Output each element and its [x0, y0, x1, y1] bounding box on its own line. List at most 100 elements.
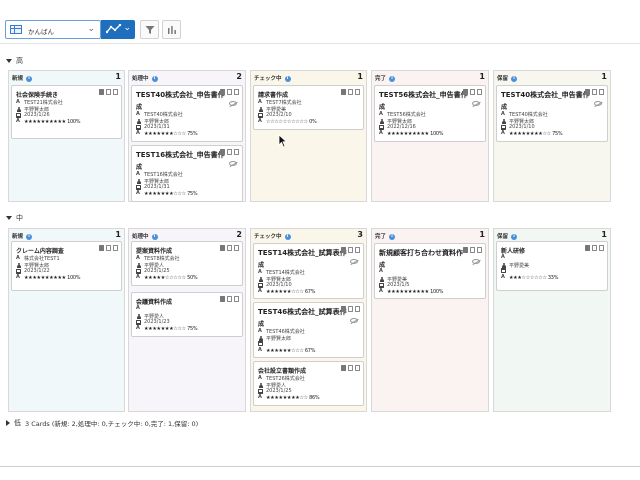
edit-icon[interactable]: [106, 245, 111, 251]
copy-icon[interactable]: [99, 245, 104, 251]
copy-icon[interactable]: [463, 89, 468, 95]
info-icon[interactable]: i: [389, 233, 396, 240]
group-label: 中: [16, 214, 23, 222]
task-card[interactable]: TEST46株式会社_試算表作成 A TEST46株式会社 平野賢太郎 A ★★★★★★☆…: [253, 302, 364, 358]
edit-icon[interactable]: [592, 89, 597, 95]
task-card[interactable]: クレーム内容調査 A 株式会社TEST1 平野賢太郎 2023/1/22 A ★★★★★★★…: [11, 241, 122, 291]
edit-icon[interactable]: [106, 89, 111, 95]
edit-icon[interactable]: [227, 296, 232, 302]
edit-icon[interactable]: [348, 89, 353, 95]
info-icon[interactable]: i: [26, 75, 33, 82]
link-icon[interactable]: [599, 89, 604, 95]
info-icon[interactable]: i: [151, 75, 158, 82]
link-icon[interactable]: [234, 89, 239, 95]
mouse-cursor: [278, 134, 288, 150]
edit-icon[interactable]: [348, 247, 353, 253]
hide-eye-icon[interactable]: [229, 161, 237, 166]
task-card[interactable]: TEST14株式会社_試算表作成 A TEST14株式会社 平野賢太郎 2023/1/1…: [253, 243, 364, 299]
column-count: 1: [601, 230, 607, 239]
chart-settings-button[interactable]: [162, 20, 181, 39]
task-card[interactable]: TEST56株式会社_申告書作成 A TEST56株式会社 平野賢太郎 2022/12/…: [374, 85, 486, 142]
info-icon[interactable]: i: [26, 233, 33, 240]
link-icon[interactable]: [355, 89, 360, 95]
person-icon: [379, 118, 384, 124]
card-progress-row: A ★★★★★★★★★★ 100%: [16, 119, 81, 125]
copy-icon[interactable]: [220, 245, 225, 251]
edit-icon[interactable]: [470, 89, 475, 95]
copy-icon[interactable]: [99, 89, 104, 95]
calendar-icon: [16, 112, 21, 118]
task-card[interactable]: 新規顧客打ち合わせ資料作成 A 平野愛美 2023/1/5 A ★★★★★★★★★★ 10…: [374, 243, 486, 299]
link-icon[interactable]: [234, 245, 239, 251]
edit-icon[interactable]: [348, 306, 353, 312]
group-header[interactable]: 低 3 Cards (新規: 2,処理中: 0,チェック中: 0,完了: 1,保留…: [6, 418, 198, 428]
info-icon[interactable]: i: [151, 233, 158, 240]
edit-icon[interactable]: [227, 245, 232, 251]
collapse-triangle-icon[interactable]: [6, 59, 12, 63]
copy-icon[interactable]: [220, 89, 225, 95]
task-card[interactable]: 会議資料作成 A 平野愛人 2023/1/23 A ★★★★★★★☆☆☆ 75%: [131, 292, 243, 337]
expand-triangle-icon[interactable]: [6, 420, 10, 426]
hide-eye-icon[interactable]: [350, 259, 358, 264]
info-icon[interactable]: i: [511, 233, 518, 240]
link-icon[interactable]: [113, 245, 118, 251]
copy-icon[interactable]: [341, 365, 346, 371]
company-icon: A: [16, 99, 20, 105]
link-icon[interactable]: [477, 247, 482, 253]
filter-button[interactable]: [140, 20, 159, 39]
task-card[interactable]: TEST40株式会社_申告書作成 A TEST40株式会社 平野賢太郎 2023/1/3…: [131, 85, 243, 142]
edit-icon[interactable]: [348, 365, 353, 371]
edit-icon[interactable]: [227, 149, 232, 155]
info-icon[interactable]: i: [284, 75, 291, 82]
person-icon: [136, 178, 141, 184]
column-count: 2: [236, 72, 242, 81]
column-title-text: 保留: [497, 234, 509, 240]
copy-icon[interactable]: [585, 245, 590, 251]
task-card[interactable]: TEST16株式会社_申告書作成 A TEST16株式会社 平野賢太郎 2023/1/3…: [131, 145, 243, 202]
link-icon[interactable]: [477, 89, 482, 95]
copy-icon[interactable]: [220, 149, 225, 155]
copy-icon[interactable]: [463, 247, 468, 253]
link-icon[interactable]: [234, 149, 239, 155]
card-title-continued: 成: [258, 321, 265, 328]
info-icon[interactable]: i: [511, 75, 518, 82]
task-card[interactable]: 社会保険手続き A TEST21株式会社 平野賢太郎 2023/1/26 A ★★★★★★★…: [11, 85, 122, 139]
card-actions: [585, 245, 604, 251]
link-icon[interactable]: [234, 296, 239, 302]
hide-eye-icon[interactable]: [472, 259, 480, 264]
task-card[interactable]: 請求書作成 A TEST7株式会社 平野愛美 2023/2/10 A ☆☆☆☆☆☆☆☆☆☆ …: [253, 85, 364, 130]
view-selector[interactable]: かんばん ⌄: [5, 20, 101, 39]
link-icon[interactable]: [355, 247, 360, 253]
hide-eye-icon[interactable]: [350, 318, 358, 323]
edit-icon[interactable]: [592, 245, 597, 251]
task-card[interactable]: TEST40株式会社_申告書作成 A TEST40株式会社 平野賢太郎 2023/1/1…: [496, 85, 608, 142]
edit-icon[interactable]: [227, 89, 232, 95]
task-card[interactable]: 提案資料作成 A TEST8株式会社 平野愛人 2023/1/25 A ★★★★★☆☆☆☆☆…: [131, 241, 243, 286]
person-icon: [258, 106, 263, 112]
info-icon[interactable]: i: [284, 233, 291, 240]
task-card[interactable]: 会社設立書類作成 A TEST26株式会社 平野愛人 2023/1/25 A ★★★★★★★…: [253, 361, 364, 406]
hide-eye-icon[interactable]: [472, 101, 480, 106]
group-header[interactable]: 中: [6, 213, 23, 223]
link-icon[interactable]: [355, 306, 360, 312]
group-header[interactable]: 高: [6, 56, 23, 66]
task-card[interactable]: 新人研修 A 平野愛美 A ★★★☆☆☆☆☆☆ 33%: [496, 241, 608, 291]
copy-icon[interactable]: [341, 306, 346, 312]
link-icon[interactable]: [113, 89, 118, 95]
link-icon[interactable]: [599, 245, 604, 251]
column-header: チェック中 i 3: [251, 229, 366, 241]
copy-icon[interactable]: [220, 296, 225, 302]
chart-view-button[interactable]: ⌄: [101, 20, 135, 39]
hide-eye-icon[interactable]: [229, 101, 237, 106]
copy-icon[interactable]: [585, 89, 590, 95]
collapse-triangle-icon[interactable]: [6, 216, 12, 220]
card-field-row: 2023/1/5: [379, 282, 409, 288]
calendar-icon: [258, 341, 263, 346]
info-icon[interactable]: i: [389, 75, 396, 82]
card-actions: [99, 89, 118, 95]
link-icon[interactable]: [355, 365, 360, 371]
edit-icon[interactable]: [470, 247, 475, 253]
copy-icon[interactable]: [341, 247, 346, 253]
hide-eye-icon[interactable]: [594, 101, 602, 106]
copy-icon[interactable]: [341, 89, 346, 95]
